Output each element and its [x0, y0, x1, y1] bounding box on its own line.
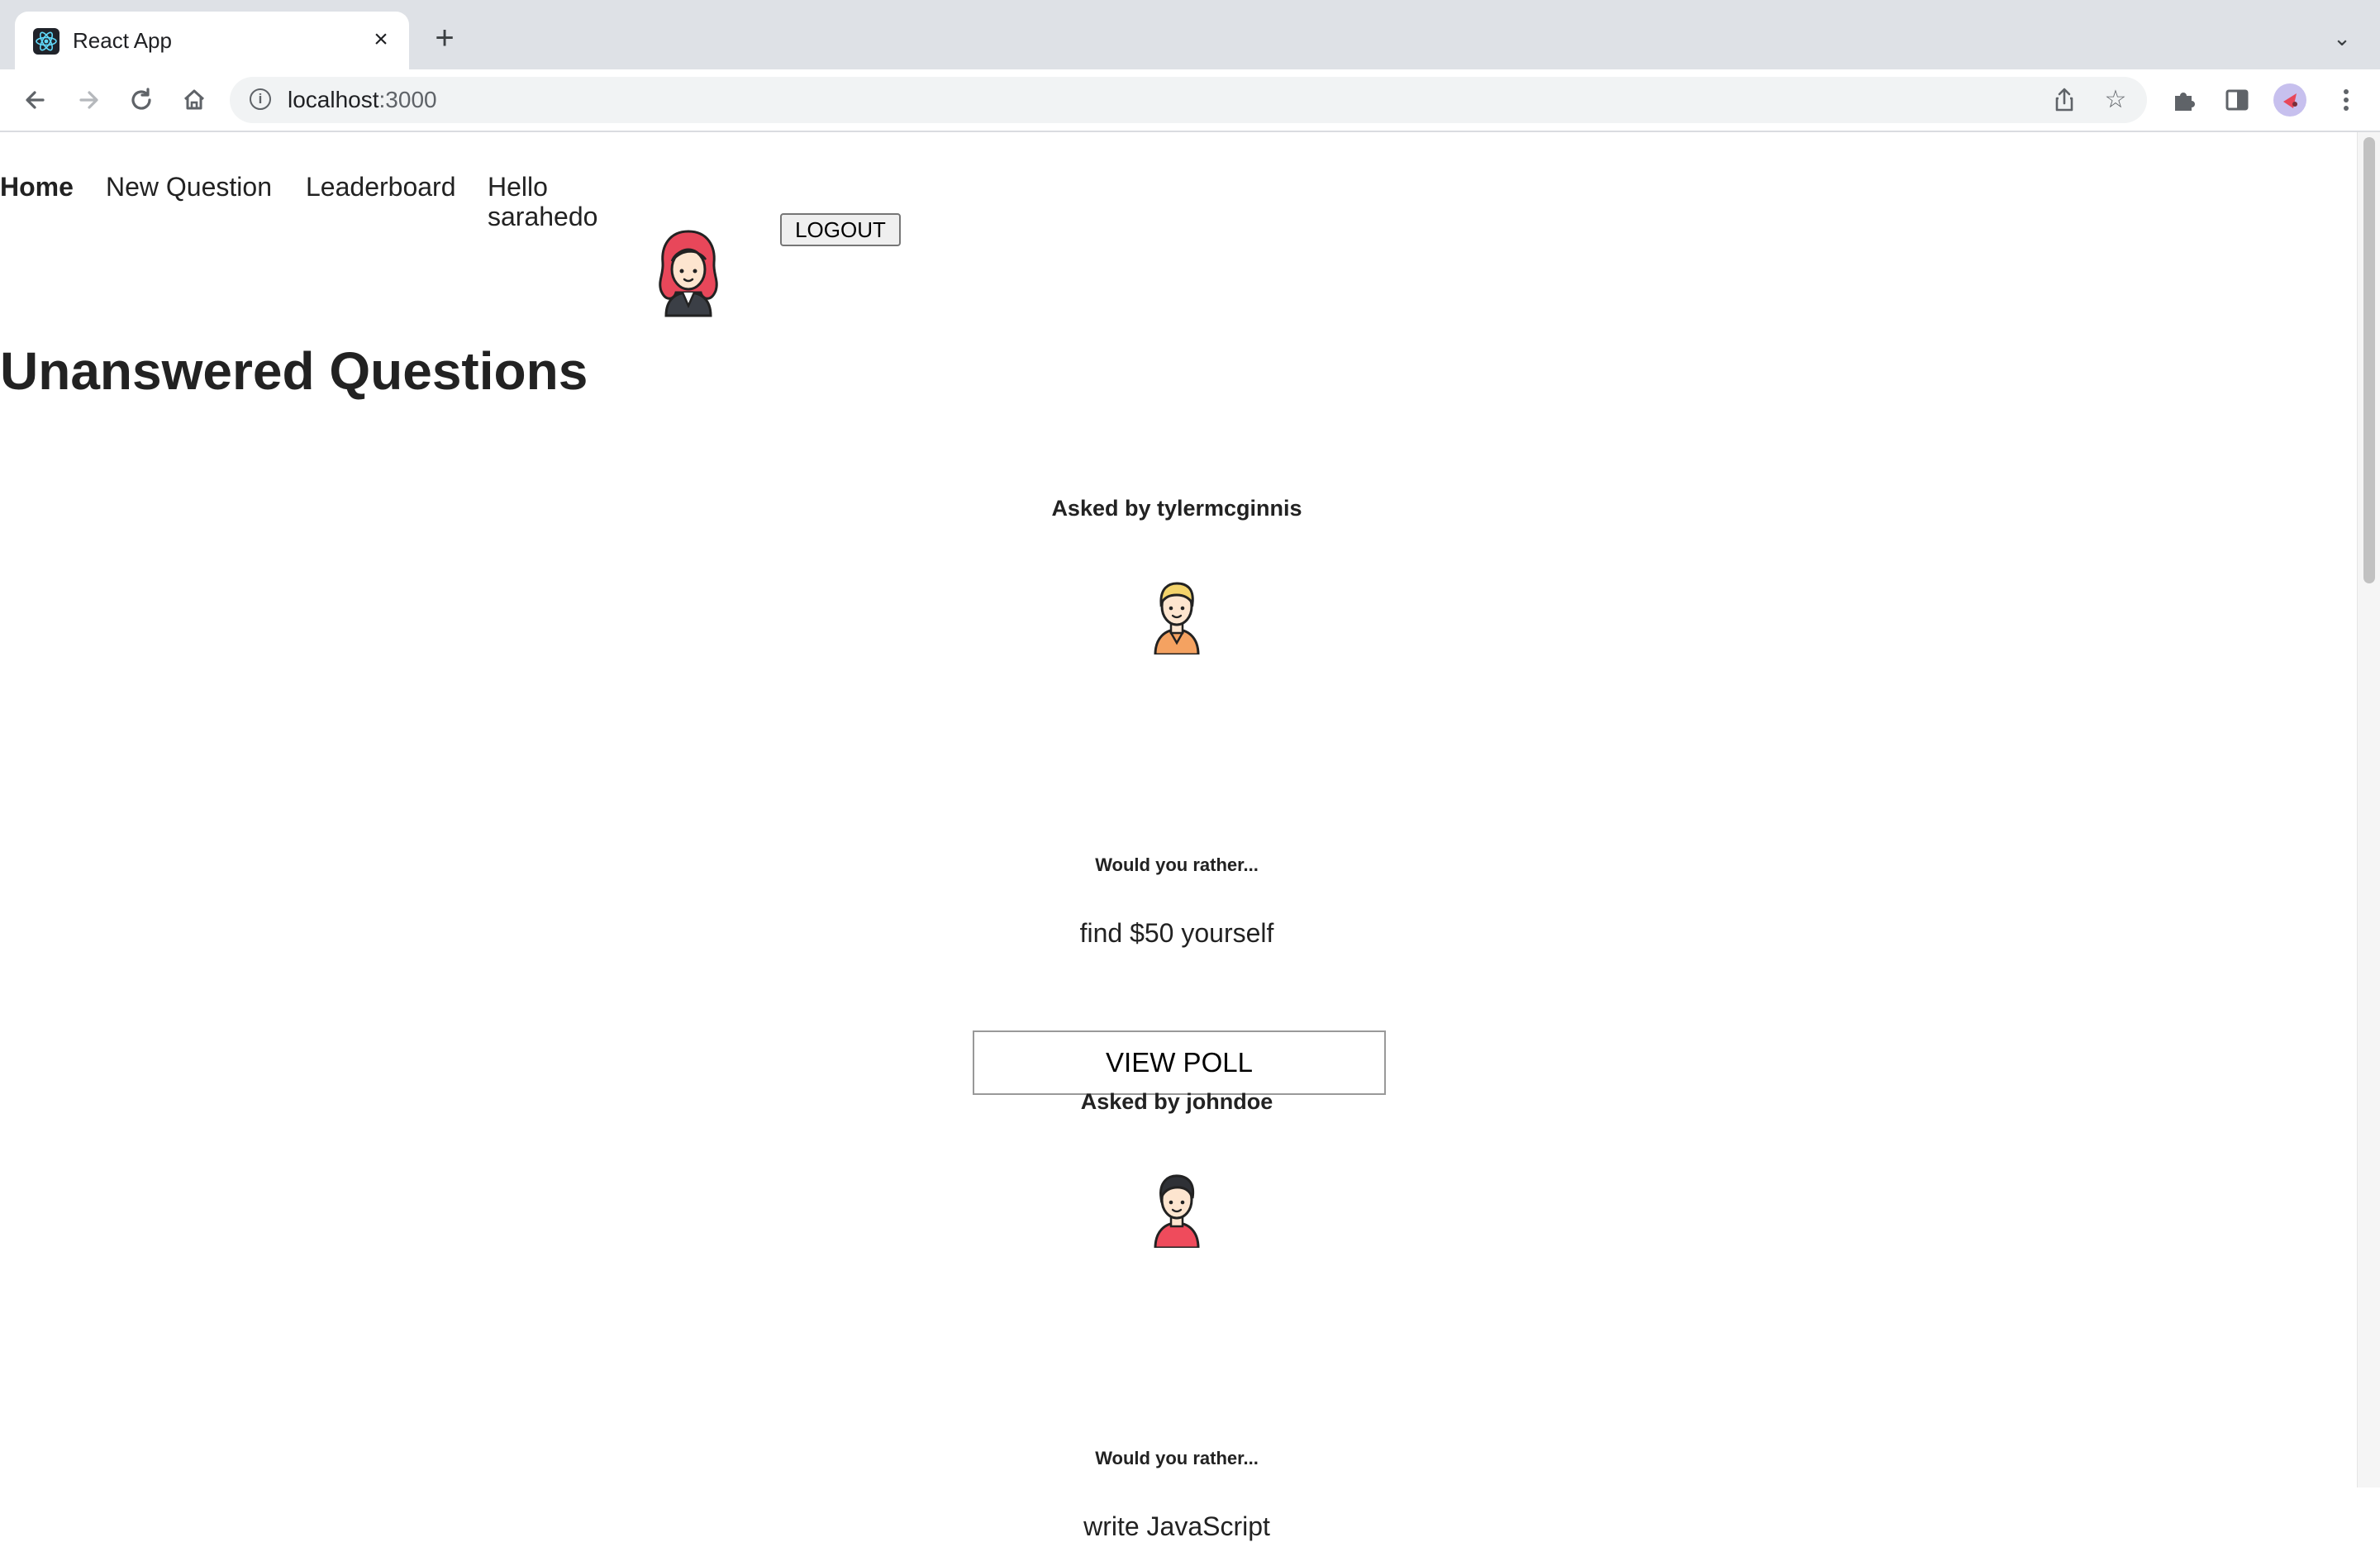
nav-leaderboard-link[interactable]: Leaderboard [306, 172, 455, 202]
logout-button[interactable]: LOGOUT [780, 213, 901, 246]
greeting-username: sarahedo [488, 202, 598, 231]
question-prompt: Would you rather... [1095, 1448, 1259, 1468]
question-author: Asked by johndoe [1080, 1089, 1273, 1114]
top-nav: Home New Question Leaderboard Hello sara… [0, 172, 992, 317]
nav-new-question-link[interactable]: New Question [106, 172, 272, 202]
tab-close-icon[interactable]: × [364, 23, 397, 56]
question-option: find $50 yourself [1079, 918, 1274, 948]
tab-title: React App [73, 28, 172, 53]
react-favicon-icon [33, 28, 60, 55]
page-title: Unanswered Questions [0, 341, 588, 401]
home-icon[interactable] [177, 83, 212, 117]
extensions-puzzle-icon[interactable] [2167, 83, 2202, 117]
page-viewport: Home New Question Leaderboard Hello sara… [0, 132, 2355, 1541]
author-avatar [1154, 1174, 1200, 1248]
view-poll-button[interactable]: VIEW POLL [973, 1030, 1386, 1095]
author-avatar [1154, 582, 1200, 654]
greeting-text: Hello [488, 172, 548, 202]
reload-icon[interactable] [124, 83, 159, 117]
url-host: localhost [288, 87, 379, 112]
url-text: localhost:3000 [288, 87, 437, 113]
side-panel-icon[interactable] [2220, 83, 2254, 117]
forward-arrow-icon[interactable] [71, 83, 106, 117]
share-icon[interactable] [2048, 83, 2081, 117]
page-scrollbar[interactable] [2357, 132, 2380, 1487]
browser-toolbar: i localhost:3000 ☆ [0, 69, 2380, 132]
address-bar[interactable]: i localhost:3000 ☆ [230, 77, 2147, 123]
tab-search-chevron-icon[interactable]: ⌄ [2327, 23, 2357, 53]
more-menu-icon[interactable] [2329, 83, 2363, 117]
url-port: :3000 [378, 87, 437, 112]
user-avatar [659, 230, 718, 317]
question-prompt: Would you rather... [1095, 854, 1259, 875]
back-arrow-icon[interactable] [18, 83, 53, 117]
new-tab-icon[interactable]: + [428, 21, 461, 55]
browser-tabstrip: React App × + ⌄ [0, 0, 2380, 69]
browser-tab[interactable]: React App × [15, 12, 409, 69]
user-greeting: Hello sarahedo [488, 172, 612, 231]
nav-home-link[interactable]: Home [0, 172, 74, 202]
scrollbar-thumb[interactable] [2363, 137, 2375, 583]
question-author: Asked by tylermcginnis [1051, 496, 1302, 521]
site-info-icon[interactable]: i [250, 88, 271, 110]
profile-avatar-icon[interactable] [2273, 83, 2306, 117]
question-option: write JavaScript [1083, 1511, 1270, 1541]
bookmark-star-icon[interactable]: ☆ [2099, 83, 2132, 117]
